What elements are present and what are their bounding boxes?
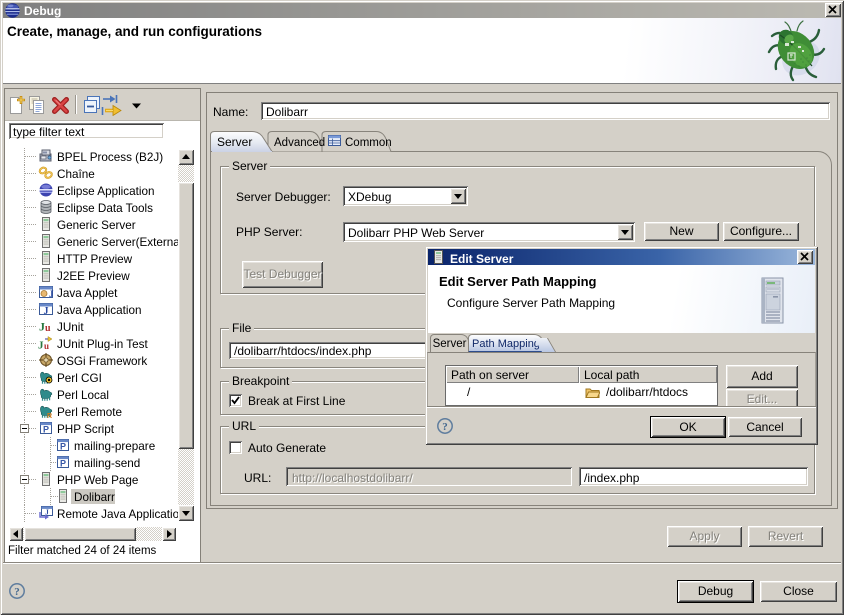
svg-text:u: u <box>44 341 49 351</box>
svg-text:?: ? <box>442 421 448 433</box>
svg-text:u: u <box>45 323 51 334</box>
svg-text:Common: Common <box>345 137 392 149</box>
svg-text:P: P <box>60 442 66 452</box>
svg-text:J: J <box>44 306 49 317</box>
svg-text:R: R <box>47 413 52 419</box>
svg-text:Server: Server <box>217 135 252 149</box>
svg-text:P: P <box>60 459 66 469</box>
svg-text:?: ? <box>14 586 20 598</box>
svg-text:P: P <box>43 425 49 435</box>
svg-text:J: J <box>49 289 54 299</box>
svg-text:Advanced: Advanced <box>274 137 325 149</box>
